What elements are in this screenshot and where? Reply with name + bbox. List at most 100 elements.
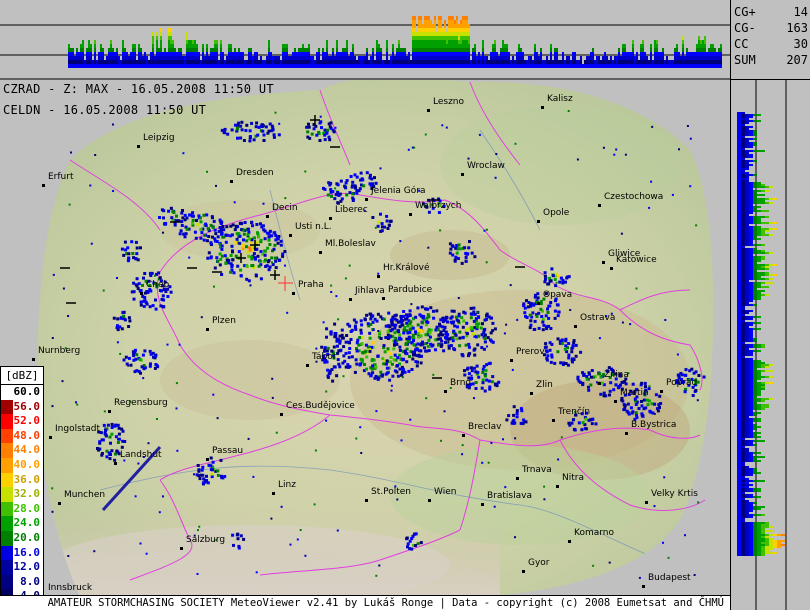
profile-echo <box>466 28 468 32</box>
radar-echo <box>328 371 332 375</box>
profile-echo <box>352 52 354 56</box>
radar-echo <box>179 229 183 233</box>
profile-echo <box>566 60 568 64</box>
profile-echo <box>440 32 442 36</box>
profile-echo <box>676 56 678 60</box>
profile-echo <box>741 354 745 356</box>
profile-echo <box>745 292 749 294</box>
radar-echo <box>414 315 418 319</box>
radar-echo <box>452 329 456 333</box>
radar-echo <box>231 258 235 262</box>
profile-echo <box>434 28 436 32</box>
profile-echo <box>280 60 282 64</box>
profile-echo <box>442 48 444 52</box>
profile-echo <box>737 162 741 164</box>
profile-echo <box>494 44 496 48</box>
profile-echo <box>745 204 749 206</box>
profile-echo <box>716 64 718 68</box>
profile-echo <box>274 64 276 68</box>
profile-echo <box>158 64 160 68</box>
profile-echo <box>412 48 414 52</box>
profile-echo <box>398 44 400 48</box>
profile-echo <box>753 398 757 400</box>
profile-echo <box>188 40 190 44</box>
radar-echo <box>461 453 464 456</box>
profile-echo <box>94 64 96 68</box>
profile-echo <box>156 36 158 40</box>
radar-echo <box>371 371 375 375</box>
profile-echo <box>757 250 761 252</box>
profile-echo <box>741 356 745 358</box>
profile-echo <box>749 154 753 156</box>
city-label: Opava <box>543 290 573 300</box>
profile-echo <box>753 142 757 144</box>
profile-echo <box>406 56 408 60</box>
profile-echo <box>745 472 749 474</box>
radar-echo <box>626 402 630 406</box>
radar-echo <box>469 366 473 370</box>
radar-echo <box>473 353 477 357</box>
profile-echo <box>749 332 753 334</box>
radar-echo <box>421 316 425 320</box>
radar-echo <box>488 385 492 389</box>
radar-echo <box>451 339 455 343</box>
profile-echo <box>308 44 310 48</box>
radar-echo <box>318 121 322 125</box>
profile-echo <box>741 486 745 488</box>
radar-echo <box>546 307 549 311</box>
profile-echo <box>753 232 757 234</box>
profile-echo <box>414 48 416 52</box>
profile-echo <box>749 120 753 122</box>
profile-echo <box>745 284 749 286</box>
profile-echo <box>632 64 634 68</box>
radar-echo <box>391 374 395 378</box>
radar-echo <box>567 110 570 112</box>
profile-echo <box>741 134 745 136</box>
profile-echo <box>646 56 648 60</box>
radar-echo <box>425 307 428 311</box>
radar-echo <box>695 224 698 227</box>
radar-echo <box>114 435 118 439</box>
profile-echo <box>578 60 580 64</box>
profile-echo <box>749 222 753 224</box>
profile-echo <box>737 534 741 536</box>
profile-echo <box>502 52 504 56</box>
profile-echo <box>737 160 741 162</box>
profile-echo <box>745 388 749 390</box>
profile-echo <box>761 232 765 234</box>
profile-echo <box>134 64 136 68</box>
profile-echo <box>472 48 474 52</box>
profile-echo <box>737 144 741 146</box>
radar-echo <box>254 273 258 277</box>
radar-echo <box>564 344 568 348</box>
profile-echo <box>757 284 761 286</box>
profile-echo <box>749 458 753 460</box>
profile-echo <box>428 56 430 60</box>
profile-echo <box>737 324 741 326</box>
radar-echo <box>230 128 234 132</box>
profile-echo <box>745 332 749 334</box>
radar-echo <box>351 192 355 196</box>
profile-echo <box>749 270 753 272</box>
profile-echo <box>698 36 700 40</box>
profile-echo <box>741 392 745 394</box>
radar-echo <box>381 357 385 361</box>
profile-echo <box>294 48 296 52</box>
radar-echo <box>200 316 203 319</box>
radar-echo <box>108 435 112 439</box>
radar-echo <box>127 316 131 320</box>
profile-echo <box>168 52 170 56</box>
profile-echo <box>432 52 434 56</box>
profile-echo <box>76 48 78 52</box>
profile-echo <box>745 164 749 166</box>
profile-echo <box>108 56 110 60</box>
profile-echo <box>737 486 741 488</box>
profile-echo <box>741 526 745 528</box>
profile-echo <box>769 252 773 254</box>
profile-echo <box>492 64 494 68</box>
city-dot <box>306 364 309 367</box>
profile-echo <box>318 48 320 52</box>
profile-echo <box>737 188 741 190</box>
radar-echo <box>625 409 629 413</box>
profile-echo <box>354 60 356 64</box>
